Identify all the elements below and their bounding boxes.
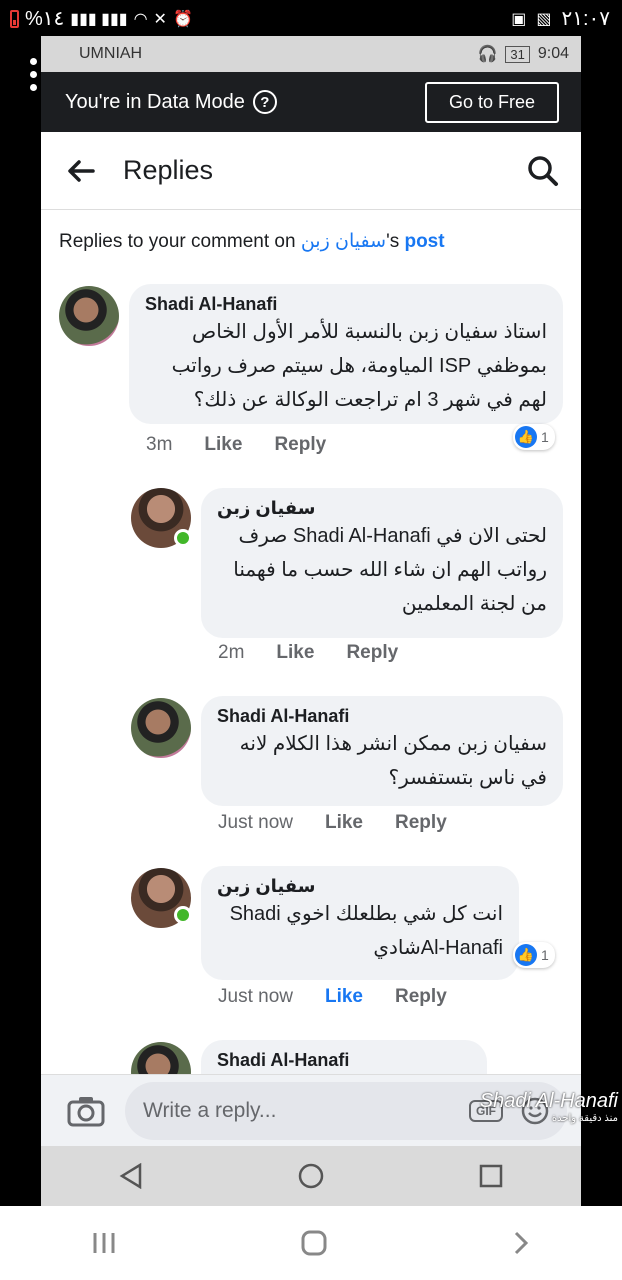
reaction-count[interactable]: 👍 1 [513, 942, 555, 968]
outer-status-bar: %١٤ ▮▮▮ ▮▮▮ ◠ ✕ ⏰ ▣ ▧ ٢١:٠٧ [0, 0, 622, 36]
header: Replies [41, 132, 581, 210]
online-indicator [174, 529, 192, 547]
comment-time: Just now [218, 812, 293, 833]
data-mode-text: You're in Data Mode [65, 90, 245, 113]
like-button[interactable]: Like [204, 434, 242, 456]
outer-clock: ٢١:٠٧ [561, 8, 610, 30]
screen: %١٤ ▮▮▮ ▮▮▮ ◠ ✕ ⏰ ▣ ▧ ٢١:٠٧ UMNIAH 🎧 31 … [0, 0, 622, 1280]
comment-text: لحتى الان في Shadi Al-Hanafi صرف رواتب ا… [233, 525, 547, 615]
comment-actions: 2m Like Reply [218, 642, 398, 664]
avatar[interactable] [59, 286, 119, 346]
page-title: Replies [123, 155, 214, 185]
battery-icon [10, 9, 19, 28]
like-button[interactable]: Like [276, 642, 314, 664]
like-button[interactable]: Like [325, 812, 363, 834]
subheading-post-link[interactable]: post [404, 231, 444, 252]
headphones-icon: 🎧 [477, 46, 498, 63]
camera-icon[interactable] [67, 1095, 105, 1127]
reaction-number: 1 [541, 429, 549, 445]
like-thumb-icon: 👍 [515, 426, 537, 448]
menu-dots-icon[interactable] [30, 58, 38, 97]
home-icon[interactable] [300, 1229, 328, 1257]
forward-chevron-icon[interactable] [511, 1230, 531, 1256]
signal-icon: ▮▮▮ ▮▮▮ [70, 10, 128, 28]
search-icon[interactable] [527, 155, 559, 187]
comment-author[interactable]: Shadi Al-Hanafi [217, 706, 547, 727]
comment-author[interactable]: Shadi Al-Hanafi [145, 294, 547, 315]
notification-icon: ▣ [511, 10, 527, 28]
reply-button[interactable]: Reply [395, 812, 447, 834]
comment-author[interactable]: سفيان زبن [217, 498, 547, 519]
comment-author[interactable]: Shadi Al-Hanafi [217, 1050, 471, 1071]
comment-text: استاذ سفيان زبن بالنسبة للأمر الأول الخا… [171, 321, 547, 411]
comment-actions: Just now Like Reply [218, 812, 447, 834]
battery-percent: %١٤ [25, 8, 65, 30]
data-mode-bar: You're in Data Mode ? Go to Free [41, 72, 581, 132]
reaction-count[interactable]: 👍 1 [513, 424, 555, 450]
watermark: Shadi Al-Hanafi منذ دقيقة واحدة [480, 1090, 618, 1124]
comment-author[interactable]: سفيان زبن [217, 876, 503, 897]
carrier-label: UMNIAH [79, 45, 143, 62]
reply-button[interactable]: Reply [274, 434, 326, 456]
comment-text: انت كل شي بطلعلك اخوي Shadi Al-Hanafiشاد… [229, 903, 503, 959]
gallery-icon: ▧ [536, 10, 552, 28]
comment-time: Just now [218, 986, 293, 1007]
nav-home-icon[interactable] [298, 1163, 324, 1189]
back-arrow-icon[interactable] [67, 159, 95, 183]
watermark-name: Shadi Al-Hanafi [479, 1090, 618, 1112]
subheading-prefix: Replies to your comment on [59, 231, 301, 252]
comment-bubble: سفيان زبن لحتى الان في Shadi Al-Hanafi ص… [201, 488, 563, 638]
comment-time: 3m [146, 434, 173, 455]
reply-button[interactable]: Reply [346, 642, 398, 664]
reply-placeholder: Write a reply... [143, 1098, 277, 1122]
nav-back-icon[interactable] [119, 1163, 143, 1189]
subheading-middle: 's [386, 231, 405, 252]
inner-status-bar: UMNIAH 🎧 31 9:04 [41, 36, 581, 72]
replies-subheading: Replies to your comment on سفيان زبن's p… [41, 210, 581, 276]
reaction-number: 1 [541, 947, 549, 963]
recents-icon[interactable] [91, 1231, 117, 1255]
like-thumb-icon: 👍 [515, 944, 537, 966]
app-window: UMNIAH 🎧 31 9:04 You're in Data Mode ? G… [41, 36, 581, 1206]
comment-bubble: سفيان زبن انت كل شي بطلعلك اخوي Shadi Al… [201, 866, 519, 980]
online-indicator [174, 906, 192, 924]
comment-bubble: Shadi Al-Hanafi استاذ سفيان زبن بالنسبة … [129, 284, 563, 424]
avatar[interactable] [131, 698, 191, 758]
watermark-sub: منذ دقيقة واحدة [551, 1113, 618, 1124]
nav-recents-icon[interactable] [479, 1164, 503, 1188]
inner-nav-bar [41, 1146, 581, 1206]
alarm-icon: ⏰ [172, 10, 193, 28]
comment-text: سفيان زبن ممكن انشر هذا الكلام لانه في ن… [239, 733, 547, 789]
like-button[interactable]: Like [325, 986, 363, 1008]
comment-time: 2m [218, 642, 245, 663]
wifi-icon: ◠ [133, 10, 148, 28]
battery-level: 31 [505, 45, 530, 63]
subheading-profile-link[interactable]: سفيان زبن [301, 231, 386, 252]
mute-icon: ✕ [153, 10, 167, 28]
reply-button[interactable]: Reply [395, 986, 447, 1008]
inner-clock: 9:04 [537, 45, 569, 62]
comment-bubble: Shadi Al-Hanafi سفيان زبن ممكن انشر هذا … [201, 696, 563, 806]
help-icon[interactable]: ? [252, 90, 277, 114]
comment-actions: Just now Like Reply [218, 986, 447, 1008]
go-to-free-button[interactable]: Go to Free [424, 81, 559, 123]
comment-actions: 3m Like Reply [146, 434, 326, 456]
outer-nav-bar [0, 1206, 622, 1280]
